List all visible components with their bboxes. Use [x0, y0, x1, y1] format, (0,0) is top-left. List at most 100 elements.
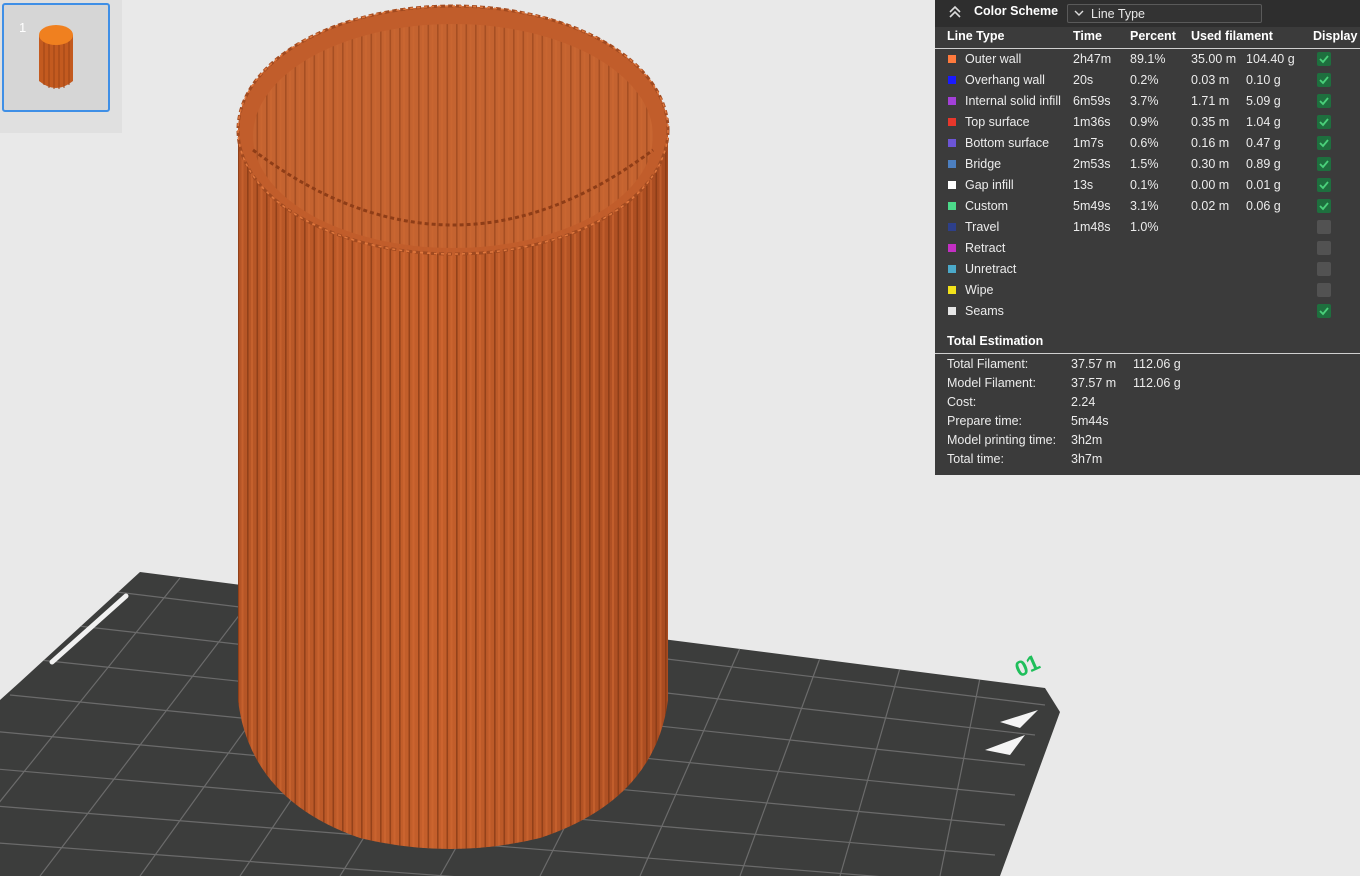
total-value: 37.57 m — [1071, 376, 1117, 390]
line-type-weight: 1.04 g — [1246, 115, 1281, 129]
line-type-row[interactable]: Internal solid infill 6m59s 3.7% 1.71 m 5.09… — [935, 91, 1360, 112]
line-type-name: Seams — [965, 304, 1004, 318]
line-type-name: Retract — [965, 241, 1006, 255]
line-type-name: Wipe — [965, 283, 994, 297]
gcode-legend-panel: Color Scheme Line Type Line Type Time Pe… — [935, 0, 1360, 475]
total-label: Cost: — [947, 395, 977, 409]
total-label: Model printing time: — [947, 433, 1057, 447]
color-swatch — [948, 286, 956, 294]
line-type-percent: 0.2% — [1130, 73, 1159, 87]
total-value: 5m44s — [1071, 414, 1109, 428]
display-checkbox[interactable] — [1317, 199, 1331, 213]
line-type-weight: 0.89 g — [1246, 157, 1281, 171]
display-checkbox[interactable] — [1317, 304, 1331, 318]
total-divider — [935, 353, 1360, 354]
line-type-length: 0.35 m — [1191, 115, 1230, 129]
line-type-weight: 0.10 g — [1246, 73, 1281, 87]
line-type-length: 0.30 m — [1191, 157, 1230, 171]
line-type-name: Top surface — [965, 115, 1030, 129]
line-type-name: Overhang wall — [965, 73, 1045, 87]
line-type-row[interactable]: Gap infill 13s 0.1% 0.00 m 0.01 g — [935, 175, 1360, 196]
display-checkbox[interactable] — [1317, 220, 1331, 234]
line-type-time: 2m53s — [1073, 157, 1111, 171]
checkmark-icon — [1319, 307, 1329, 316]
color-swatch — [948, 181, 956, 189]
line-type-time: 1m36s — [1073, 115, 1111, 129]
color-swatch — [948, 139, 956, 147]
plate-thumbnail[interactable]: 1 — [2, 3, 110, 112]
line-type-name: Outer wall — [965, 52, 1022, 66]
line-type-percent: 0.1% — [1130, 178, 1159, 192]
line-type-name: Bottom surface — [965, 136, 1050, 150]
line-type-name: Internal solid infill — [965, 94, 1061, 108]
line-type-row[interactable]: Seams — [935, 301, 1360, 322]
line-type-length: 0.02 m — [1191, 199, 1230, 213]
line-type-row[interactable]: Unretract — [935, 259, 1360, 280]
color-scheme-select[interactable]: Line Type — [1067, 4, 1262, 23]
color-swatch — [948, 97, 956, 105]
line-type-weight: 5.09 g — [1246, 94, 1281, 108]
line-type-name: Gap infill — [965, 178, 1014, 192]
line-type-weight: 0.47 g — [1246, 136, 1281, 150]
line-type-row[interactable]: Bottom surface 1m7s 0.6% 0.16 m 0.47 g — [935, 133, 1360, 154]
line-type-name: Unretract — [965, 262, 1017, 276]
line-type-length: 1.71 m — [1191, 94, 1230, 108]
total-row: Total Filament: 37.57 m 112.06 g — [935, 357, 1360, 376]
total-row: Total time: 3h7m — [935, 452, 1360, 471]
display-checkbox[interactable] — [1317, 94, 1331, 108]
line-type-row[interactable]: Retract — [935, 238, 1360, 259]
plate-thumbnail-panel: 1 — [0, 0, 122, 133]
line-type-percent: 3.1% — [1130, 199, 1159, 213]
line-type-length: 35.00 m — [1191, 52, 1237, 66]
column-header-line-type: Line Type — [947, 29, 1005, 43]
color-swatch — [948, 244, 956, 252]
line-type-percent: 89.1% — [1130, 52, 1166, 66]
checkmark-icon — [1319, 76, 1329, 85]
display-checkbox[interactable] — [1317, 283, 1331, 297]
line-type-row[interactable]: Wipe — [935, 280, 1360, 301]
total-label: Prepare time: — [947, 414, 1023, 428]
line-type-row[interactable]: Outer wall 2h47m 89.1% 35.00 m 104.40 g — [935, 49, 1360, 70]
line-type-name: Bridge — [965, 157, 1002, 171]
column-header-display: Display — [1313, 29, 1358, 43]
color-swatch — [948, 265, 956, 273]
line-type-weight: 0.01 g — [1246, 178, 1281, 192]
line-type-percent: 0.9% — [1130, 115, 1159, 129]
total-estimation-title: Total Estimation — [947, 334, 1044, 348]
column-header-percent: Percent — [1130, 29, 1176, 43]
line-type-time: 1m48s — [1073, 220, 1111, 234]
display-checkbox[interactable] — [1317, 115, 1331, 129]
line-type-time: 5m49s — [1073, 199, 1111, 213]
display-checkbox[interactable] — [1317, 73, 1331, 87]
total-row: Model printing time: 3h2m — [935, 433, 1360, 452]
checkmark-icon — [1319, 160, 1329, 169]
color-swatch — [948, 55, 956, 63]
display-checkbox[interactable] — [1317, 52, 1331, 66]
column-header-used-filament: Used filament — [1191, 29, 1273, 43]
total-row: Cost: 2.24 — [935, 395, 1360, 414]
vase-model[interactable] — [236, 4, 670, 849]
total-value: 37.57 m — [1071, 357, 1117, 371]
line-type-row[interactable]: Overhang wall 20s 0.2% 0.03 m 0.10 g — [935, 70, 1360, 91]
line-type-percent: 0.6% — [1130, 136, 1159, 150]
line-type-row[interactable]: Travel 1m48s 1.0% — [935, 217, 1360, 238]
total-value: 2.24 — [1071, 395, 1096, 409]
checkmark-icon — [1319, 139, 1329, 148]
line-type-row[interactable]: Top surface 1m36s 0.9% 0.35 m 1.04 g — [935, 112, 1360, 133]
line-type-time: 13s — [1073, 178, 1094, 192]
display-checkbox[interactable] — [1317, 241, 1331, 255]
line-type-weight: 0.06 g — [1246, 199, 1281, 213]
line-type-time: 20s — [1073, 73, 1094, 87]
total-label: Model Filament: — [947, 376, 1036, 390]
display-checkbox[interactable] — [1317, 262, 1331, 276]
line-type-row[interactable]: Bridge 2m53s 1.5% 0.30 m 0.89 g — [935, 154, 1360, 175]
display-checkbox[interactable] — [1317, 136, 1331, 150]
collapse-chevron-up-icon[interactable] — [947, 5, 963, 19]
line-type-name: Custom — [965, 199, 1009, 213]
display-checkbox[interactable] — [1317, 178, 1331, 192]
checkmark-icon — [1319, 181, 1329, 190]
display-checkbox[interactable] — [1317, 157, 1331, 171]
total-row: Prepare time: 5m44s — [935, 414, 1360, 433]
column-header-time: Time — [1073, 29, 1102, 43]
line-type-row[interactable]: Custom 5m49s 3.1% 0.02 m 0.06 g — [935, 196, 1360, 217]
